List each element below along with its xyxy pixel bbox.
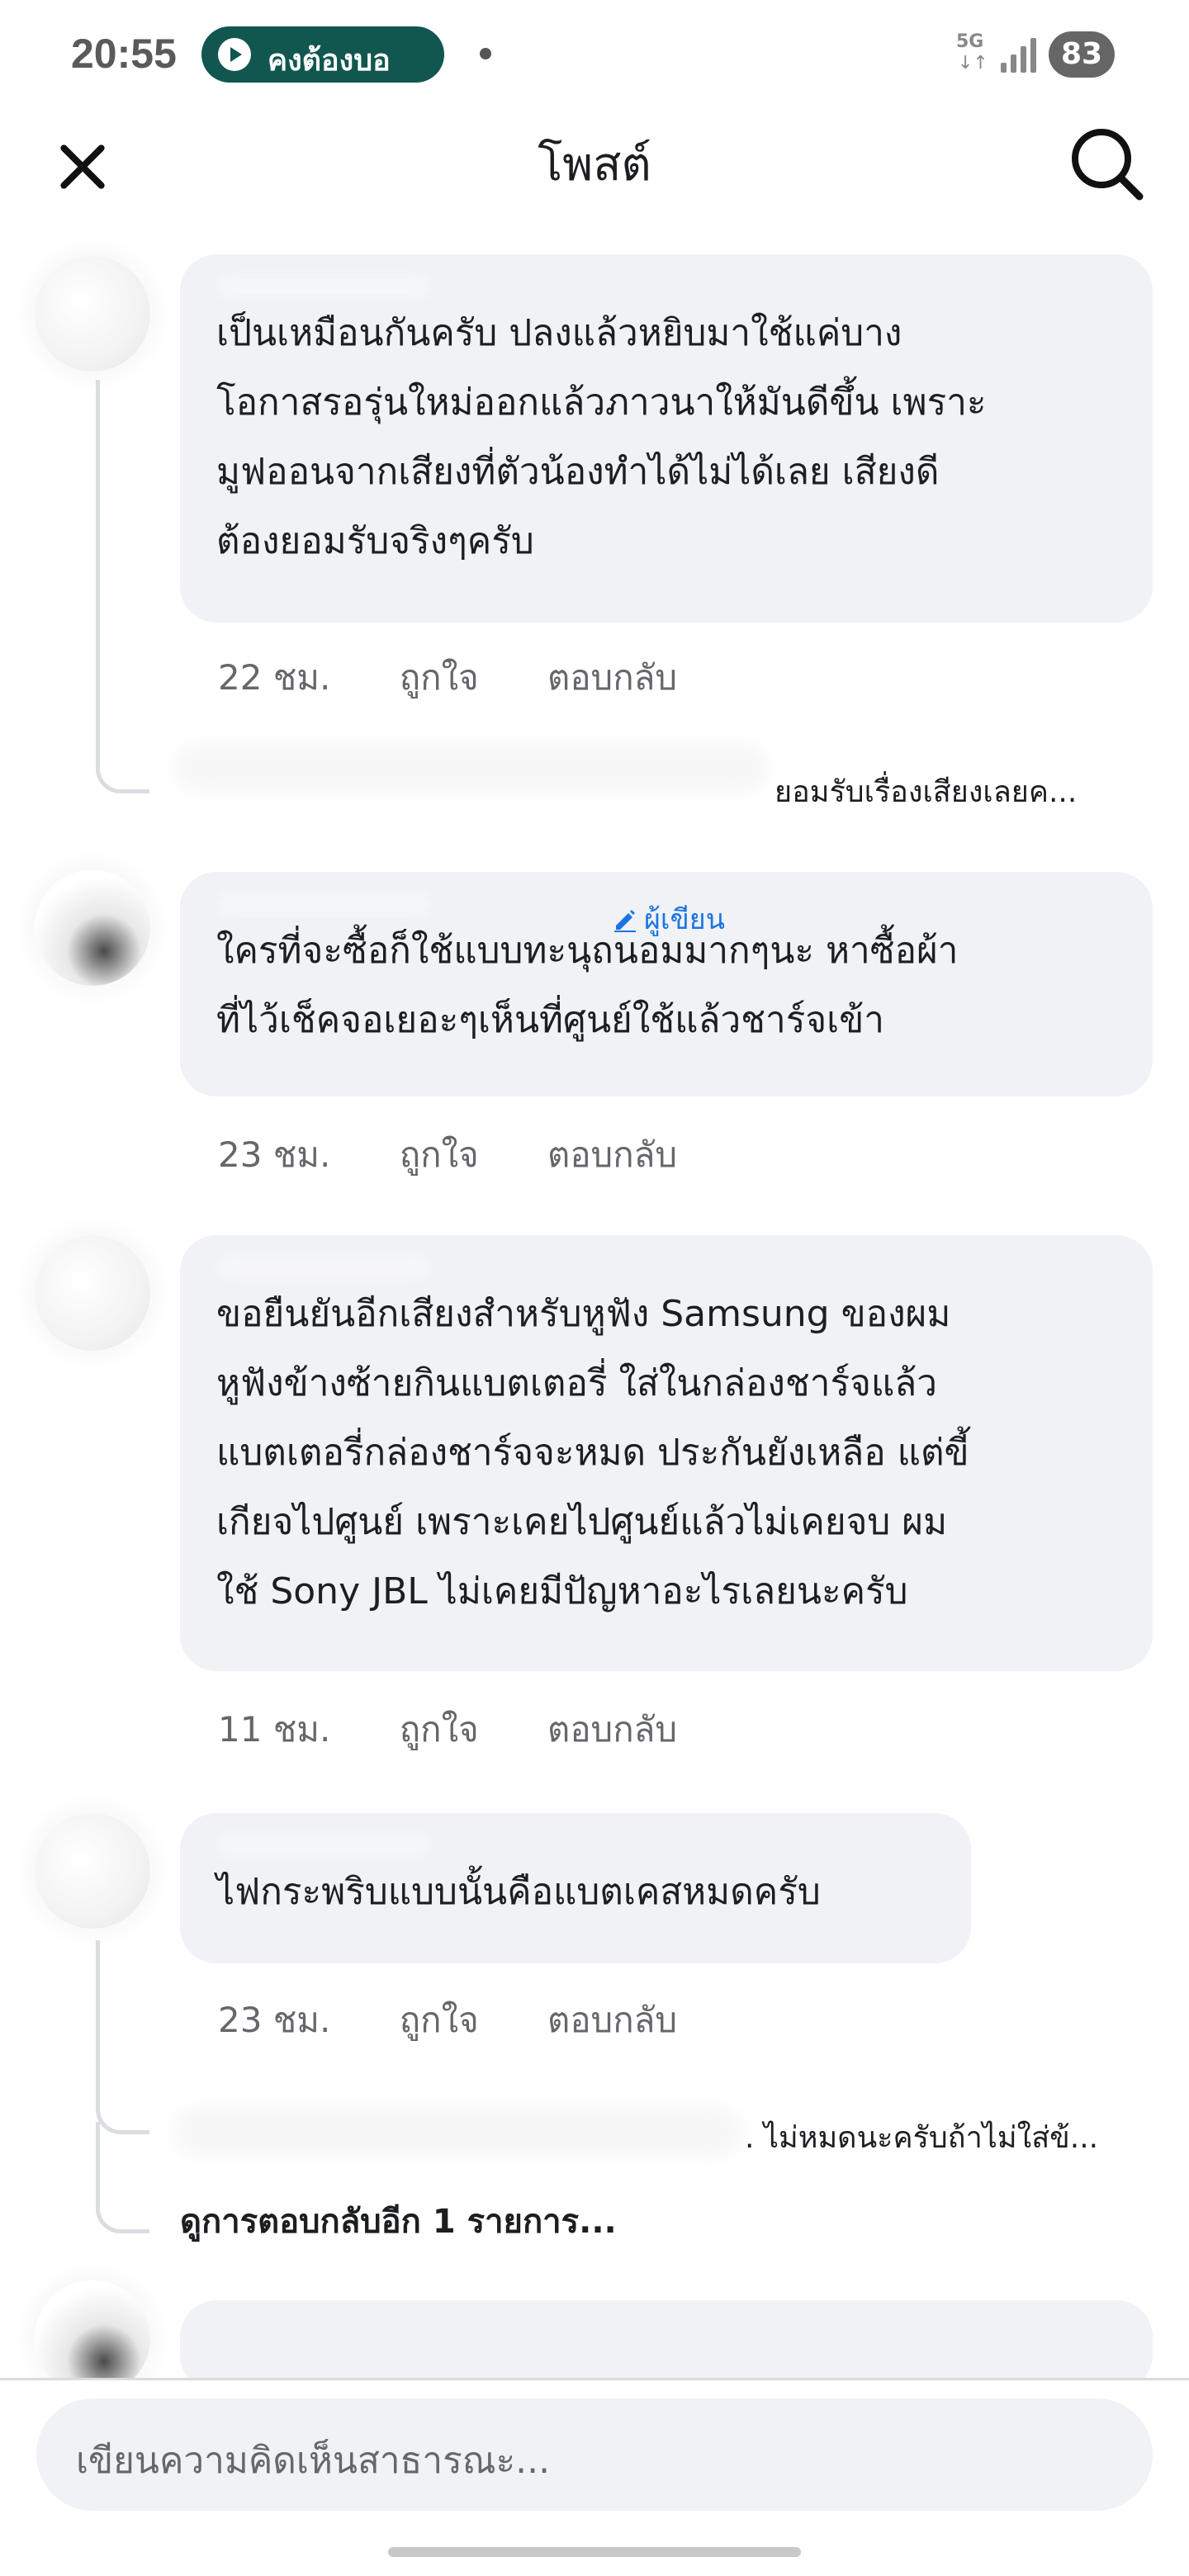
comment-author[interactable]: ผู้เขียน bbox=[216, 888, 1116, 936]
avatar[interactable] bbox=[35, 870, 150, 986]
page-title: โพสต์ bbox=[538, 138, 651, 192]
battery-indicator: 83 bbox=[1049, 31, 1115, 78]
like-button[interactable]: ถูกใจ bbox=[400, 1702, 479, 1757]
media-playing-pill[interactable]: คงต้องบอ bbox=[201, 26, 444, 83]
reply-thread-line bbox=[96, 2122, 149, 2233]
play-icon bbox=[218, 38, 251, 71]
comment-author[interactable] bbox=[216, 1252, 1116, 1285]
reply-thread-line bbox=[96, 380, 149, 793]
reply-button[interactable]: ตอบกลับ bbox=[547, 1128, 677, 1182]
comment-author[interactable] bbox=[216, 271, 1116, 304]
avatar[interactable] bbox=[35, 256, 150, 372]
like-button[interactable]: ถูกใจ bbox=[400, 651, 479, 705]
status-bar: 20:55 คงต้องบอ 5G ↓↑ 83 bbox=[0, 0, 1189, 107]
comment-text: ขอยืนยันอีกเสียงสำหรับหูฟัง Samsung ของผ… bbox=[216, 1293, 969, 1612]
comment-time: 23 ชม. bbox=[218, 2000, 331, 2040]
network-activity-icon: ↓↑ bbox=[958, 53, 988, 73]
reply-preview[interactable]: ยอมรับเรื่องเสียงเลยค... bbox=[775, 768, 1138, 815]
comment-bubble[interactable]: ขอยืนยันอีกเสียงสำหรับหูฟัง Samsung ของผ… bbox=[180, 1235, 1153, 1671]
comment-composer-area: เขียนความคิดเห็นสาธารณะ... bbox=[0, 2380, 1189, 2576]
reply-button[interactable]: ตอบกลับ bbox=[547, 1702, 677, 1757]
reply-button[interactable]: ตอบกลับ bbox=[547, 651, 677, 705]
comment-meta: 23 ชม. ถูกใจ ตอบกลับ bbox=[218, 1993, 735, 2048]
comment-text: เป็นเหมือนกันครับ ปลงแล้วหยิบมาใช้แค่บาง… bbox=[216, 312, 987, 562]
reply-avatar-blur bbox=[173, 743, 768, 793]
comment-author[interactable] bbox=[216, 1830, 935, 1863]
gesture-bar[interactable] bbox=[388, 2547, 801, 2557]
header: โพสต์ bbox=[0, 107, 1189, 215]
status-time: 20:55 bbox=[71, 31, 177, 77]
view-more-replies-link[interactable]: ดูการตอบกลับอีก 1 รายการ... bbox=[180, 2195, 617, 2247]
notification-dot-icon bbox=[480, 48, 491, 59]
search-icon bbox=[1072, 129, 1144, 201]
author-badge-label: ผู้เขียน bbox=[644, 903, 725, 936]
comment-time: 11 ชม. bbox=[218, 1709, 331, 1750]
reply-thread-line bbox=[96, 1940, 149, 2134]
comment-time: 22 ชม. bbox=[218, 657, 331, 698]
comment-meta: 22 ชม. ถูกใจ ตอบกลับ bbox=[218, 651, 735, 705]
comment-meta: 23 ชม. ถูกใจ ตอบกลับ bbox=[218, 1128, 735, 1182]
signal-icon bbox=[1001, 36, 1040, 73]
comment-bubble[interactable]: เป็นเหมือนกันครับ ปลงแล้วหยิบมาใช้แค่บาง… bbox=[180, 254, 1153, 623]
author-badge: ผู้เขียน bbox=[613, 897, 725, 941]
avatar[interactable] bbox=[35, 1813, 150, 1929]
media-label: คงต้องบอ bbox=[268, 44, 391, 78]
comment-input[interactable]: เขียนความคิดเห็นสาธารณะ... bbox=[36, 2398, 1153, 2511]
avatar[interactable] bbox=[35, 1235, 150, 1351]
pencil-icon bbox=[614, 910, 636, 932]
network-type: 5G bbox=[956, 31, 984, 52]
search-button[interactable] bbox=[1065, 122, 1148, 205]
comment-time: 23 ชม. bbox=[218, 1134, 331, 1175]
reply-preview[interactable]: . ไม่หมดนะครับถ้าไม่ใส่ข้... bbox=[745, 2114, 1144, 2161]
comment-bubble[interactable]: ผู้เขียน ใครที่จะซื้อก็ใช้แบบทะนุถนอมมาก… bbox=[180, 872, 1153, 1096]
reply-button[interactable]: ตอบกลับ bbox=[547, 1993, 677, 2048]
comment-text: ไฟกระพริบแบบนั้นคือแบตเคสหมดครับ bbox=[216, 1871, 821, 1913]
comment-input-placeholder: เขียนความคิดเห็นสาธารณะ... bbox=[76, 2440, 551, 2482]
reply-avatar-blur bbox=[173, 2107, 743, 2157]
comment-bubble[interactable]: ไฟกระพริบแบบนั้นคือแบตเคสหมดครับ bbox=[180, 1813, 971, 1963]
comment-meta: 11 ชม. ถูกใจ ตอบกลับ bbox=[218, 1702, 735, 1757]
like-button[interactable]: ถูกใจ bbox=[400, 1993, 479, 2048]
like-button[interactable]: ถูกใจ bbox=[400, 1128, 479, 1182]
